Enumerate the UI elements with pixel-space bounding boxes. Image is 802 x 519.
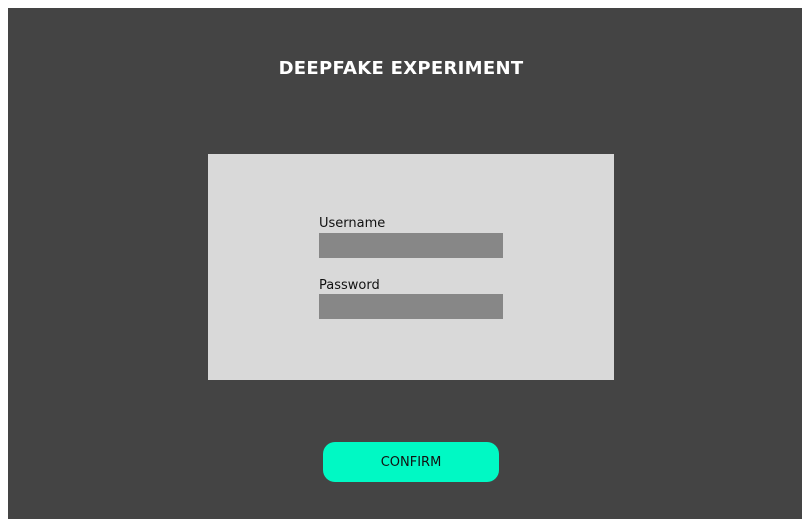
username-label: Username: [319, 216, 386, 231]
page-title: DEEPFAKE EXPERIMENT: [278, 58, 524, 79]
confirm-button[interactable]: CONFIRM: [323, 442, 499, 482]
login-panel: Username Password: [208, 154, 614, 380]
username-input[interactable]: [319, 233, 503, 258]
password-label: Password: [319, 278, 380, 293]
password-input[interactable]: [319, 294, 503, 319]
